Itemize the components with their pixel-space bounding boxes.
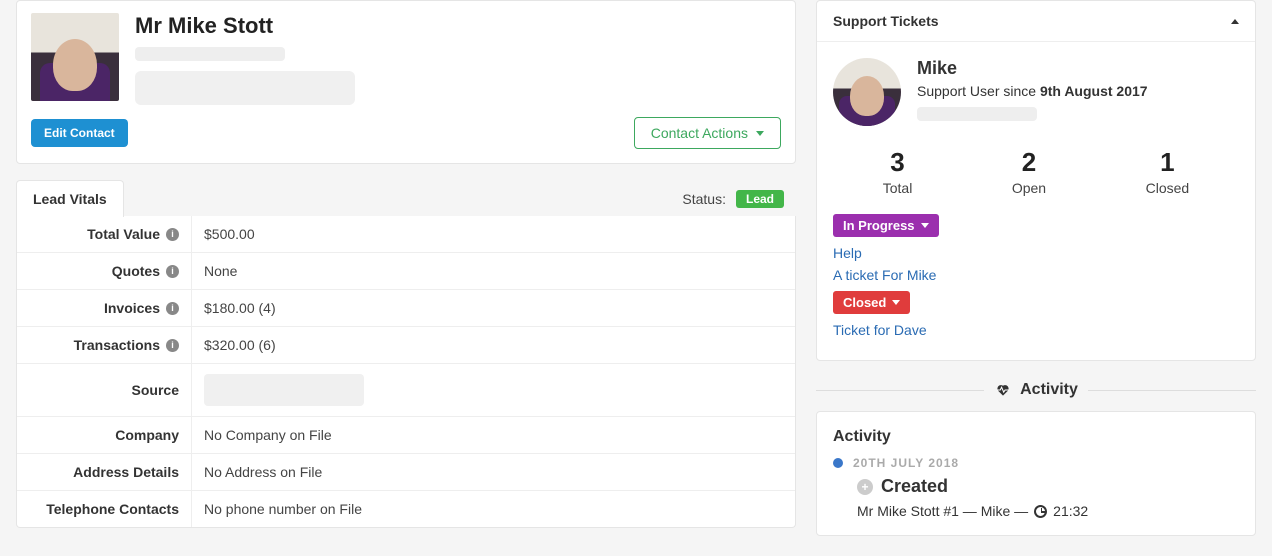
activity-title: Activity	[833, 428, 1239, 446]
stat-open: 2 Open	[1012, 147, 1046, 196]
status-closed-button[interactable]: Closed	[833, 291, 910, 314]
caret-up-icon	[1231, 19, 1239, 24]
tab-lead-vitals[interactable]: Lead Vitals	[16, 180, 124, 217]
vitals-row-source: Source	[17, 364, 795, 417]
support-user-since: Support User since 9th August 2017	[917, 83, 1148, 99]
caret-down-icon	[892, 300, 900, 305]
contact-actions-label: Contact Actions	[651, 125, 748, 141]
status-in-progress-button[interactable]: In Progress	[833, 214, 939, 237]
source-input[interactable]	[204, 374, 364, 406]
info-icon[interactable]: i	[166, 339, 179, 352]
info-icon[interactable]: i	[166, 228, 179, 241]
stat-total: 3 Total	[883, 147, 913, 196]
timeline-dot-icon	[833, 458, 843, 468]
vitals-row-company: Company No Company on File	[17, 417, 795, 454]
plus-circle-icon: +	[857, 479, 873, 495]
clock-icon	[1034, 505, 1047, 518]
vitals-table: Total Valuei $500.00 Quotesi None Invoic…	[16, 216, 796, 528]
vitals-value: $180.00 (4)	[192, 290, 795, 326]
vitals-row-invoices: Invoices i $180.00 (4)	[17, 290, 795, 327]
vitals-label: Invoices	[104, 300, 160, 316]
placeholder-block	[135, 71, 355, 105]
ticket-link-help[interactable]: Help	[833, 245, 1239, 261]
vitals-row-total: Total Value i $500.00	[17, 216, 795, 253]
vitals-label: Transactions	[74, 337, 160, 353]
support-panel-header[interactable]: Support Tickets	[817, 1, 1255, 42]
vitals-label: Address Details	[73, 464, 179, 480]
activity-date: 20TH JULY 2018	[833, 456, 1239, 470]
vitals-row-quotes: Quotesi None	[17, 253, 795, 290]
contact-header-panel: Mr Mike Stott Edit Contact Contact Actio…	[16, 0, 796, 164]
stat-closed: 1 Closed	[1146, 147, 1190, 196]
support-user-name: Mike	[917, 58, 1148, 79]
vitals-value: $500.00	[192, 216, 795, 252]
activity-panel: Activity 20TH JULY 2018 + Created Mr Mik…	[816, 411, 1256, 536]
vitals-row-address: Address Details No Address on File	[17, 454, 795, 491]
vitals-label: Telephone Contacts	[46, 501, 179, 517]
activity-created-row: + Created	[857, 476, 1239, 497]
heartbeat-icon	[994, 383, 1012, 397]
placeholder-line	[135, 47, 285, 61]
activity-divider: Activity	[816, 381, 1256, 399]
vitals-value: No Company on File	[192, 417, 795, 453]
vitals-value: $320.00 (6)	[192, 327, 795, 363]
support-avatar	[833, 58, 901, 126]
contact-avatar	[31, 13, 119, 101]
vitals-label: Quotes	[112, 263, 160, 279]
support-panel-title: Support Tickets	[833, 13, 939, 29]
placeholder-line	[917, 107, 1037, 121]
vitals-value: None	[192, 253, 795, 289]
vitals-value: No phone number on File	[192, 491, 795, 527]
caret-down-icon	[756, 131, 764, 136]
caret-down-icon	[921, 223, 929, 228]
support-panel: Support Tickets Mike Support User since …	[816, 0, 1256, 361]
status-label: Status:	[682, 191, 726, 207]
vitals-label: Source	[132, 382, 179, 398]
vitals-value: No Address on File	[192, 454, 795, 490]
ticket-stats: 3 Total 2 Open 1 Closed	[833, 147, 1239, 196]
info-icon[interactable]: i	[166, 302, 179, 315]
tabs-row: Lead Vitals Status: Lead	[16, 180, 796, 217]
contact-name: Mr Mike Stott	[135, 13, 781, 39]
vitals-row-phone: Telephone Contacts No phone number on Fi…	[17, 491, 795, 527]
ticket-link-mike[interactable]: A ticket For Mike	[833, 267, 1239, 283]
activity-detail: Mr Mike Stott #1 — Mike — 21:32	[857, 503, 1239, 519]
status-area: Status: Lead	[682, 190, 796, 208]
vitals-label: Company	[115, 427, 179, 443]
info-icon[interactable]: i	[166, 265, 179, 278]
vitals-row-transactions: Transactions i $320.00 (6)	[17, 327, 795, 364]
vitals-label: Total Value	[87, 226, 160, 242]
ticket-link-dave[interactable]: Ticket for Dave	[833, 322, 1239, 338]
edit-contact-button[interactable]: Edit Contact	[31, 119, 128, 147]
status-badge: Lead	[736, 190, 784, 208]
contact-actions-button[interactable]: Contact Actions	[634, 117, 781, 149]
